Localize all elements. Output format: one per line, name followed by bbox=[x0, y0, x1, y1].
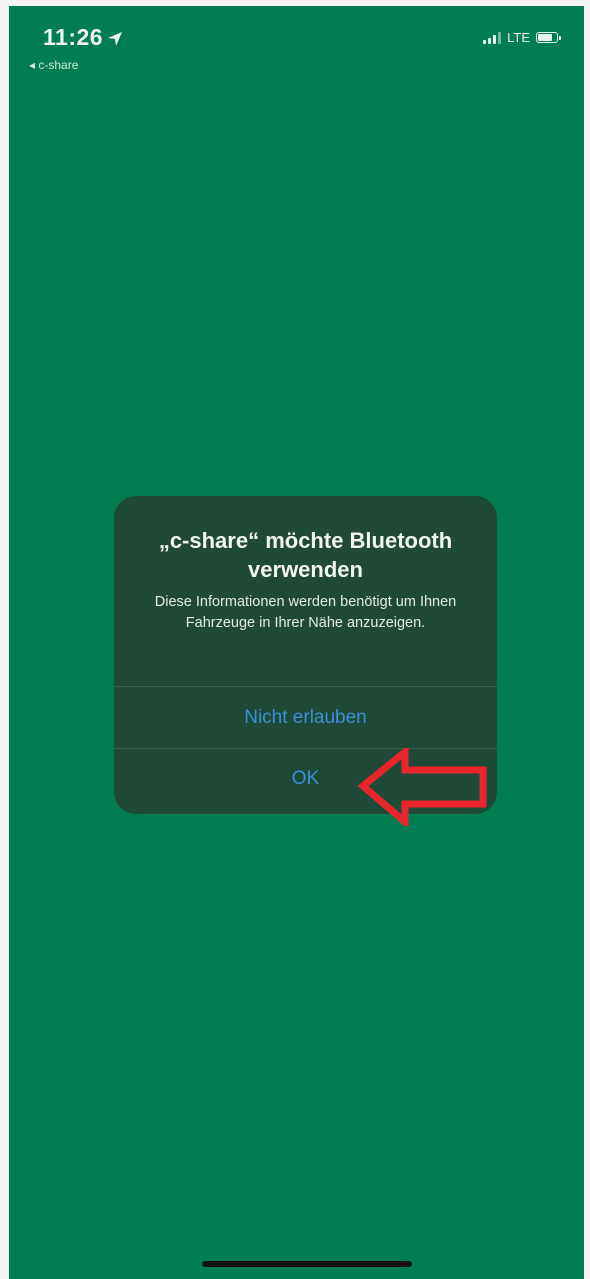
dont-allow-button[interactable]: Nicht erlauben bbox=[114, 687, 497, 749]
time-text: 11:26 bbox=[43, 24, 104, 50]
location-arrow-icon bbox=[108, 32, 123, 46]
alert-message: Diese Informationen werden benötigt um I… bbox=[154, 594, 457, 631]
alert-title: „c-share“ möchte Bluetooth verwenden bbox=[158, 528, 453, 582]
battery-icon bbox=[536, 32, 561, 43]
cellular-signal-icon bbox=[483, 31, 502, 44]
phone-screen: 11:26 ◂ c-share LTE „c-share“ möchte Blu… bbox=[9, 6, 584, 1279]
battery-level-fill bbox=[538, 34, 552, 41]
back-to-app-link[interactable]: ◂ c-share bbox=[29, 58, 78, 72]
status-time: 11:26 bbox=[43, 24, 123, 51]
network-type: LTE bbox=[507, 30, 530, 45]
red-arrow-icon bbox=[357, 748, 487, 826]
status-indicators: LTE bbox=[483, 30, 561, 45]
home-indicator[interactable] bbox=[202, 1261, 412, 1267]
